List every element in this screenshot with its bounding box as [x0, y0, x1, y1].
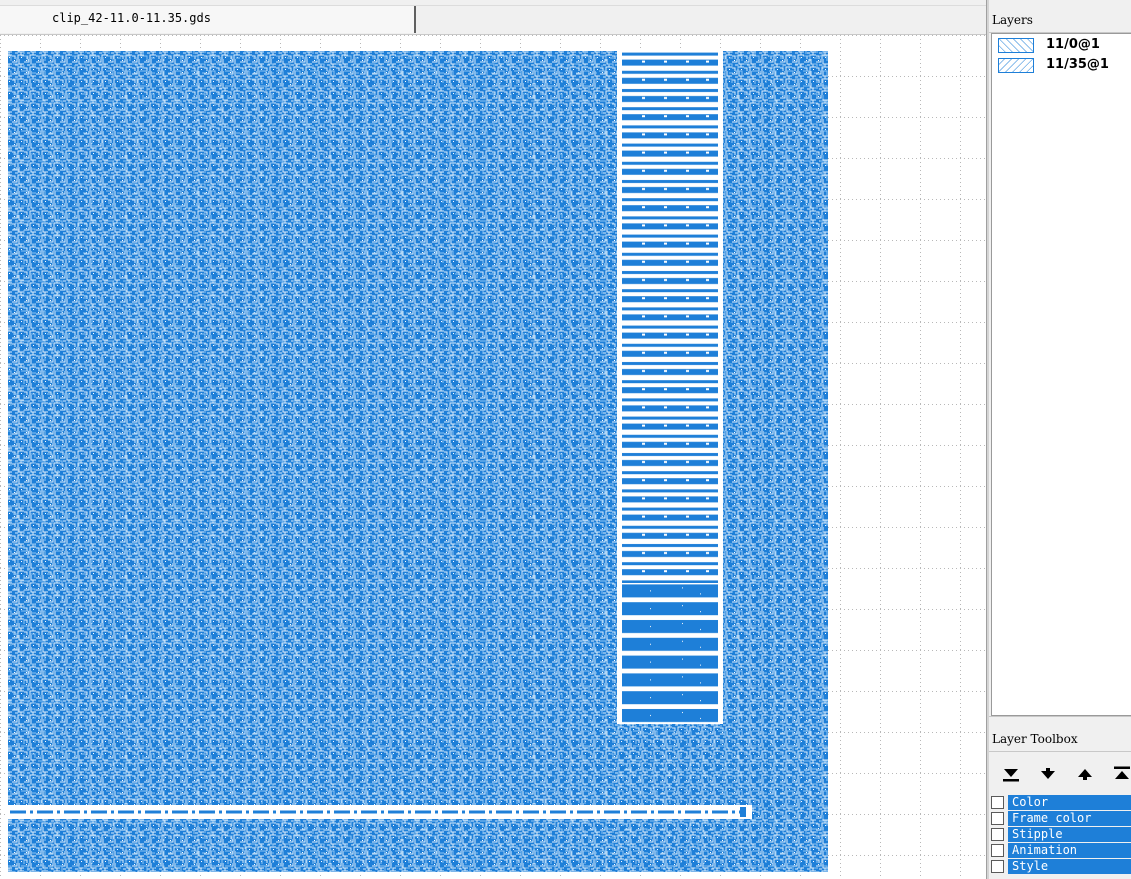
property-label[interactable]: Stipple: [1008, 827, 1131, 842]
ladder-structure-lower: [617, 583, 723, 724]
move-up-icon[interactable]: [1073, 763, 1097, 785]
property-label[interactable]: Color: [1008, 795, 1131, 810]
tab-label: clip_42-11.0-11.35.gds: [52, 11, 211, 25]
layout-shapes: [8, 51, 828, 872]
tab-bar: clip_42-11.0-11.35.gds: [0, 0, 988, 35]
property-label[interactable]: Frame color: [1008, 811, 1131, 826]
property-label[interactable]: Animation: [1008, 843, 1131, 858]
property-checkbox[interactable]: [991, 860, 1004, 873]
layout-view[interactable]: [0, 35, 986, 879]
tab-layout-file[interactable]: clip_42-11.0-11.35.gds: [0, 6, 416, 33]
layer-properties-list: Color Frame color Stipple Animation Styl…: [989, 794, 1131, 879]
property-row-stipple[interactable]: Stipple: [991, 827, 1131, 843]
ladder-structure-upper: [617, 51, 723, 584]
layer-name: 11/35@1: [1046, 57, 1109, 72]
property-checkbox[interactable]: [991, 828, 1004, 841]
property-checkbox[interactable]: [991, 844, 1004, 857]
layer-toolbox-buttons: [989, 752, 1131, 794]
property-label[interactable]: Style: [1008, 859, 1131, 874]
move-to-top-icon[interactable]: [1110, 763, 1131, 785]
layer-toolbox-title: Layer Toolbox: [992, 732, 1078, 746]
move-to-bottom-icon[interactable]: [999, 763, 1023, 785]
property-row-animation[interactable]: Animation: [991, 843, 1131, 859]
layers-list[interactable]: 11/0@1 11/35@1: [991, 33, 1131, 716]
property-checkbox[interactable]: [991, 812, 1004, 825]
layers-panel-title: Layers: [992, 13, 1033, 27]
layer-stipple-swatch: [998, 38, 1034, 53]
property-row-frame-color[interactable]: Frame color: [991, 811, 1131, 827]
property-row-color[interactable]: Color: [991, 795, 1131, 811]
layer-name: 11/0@1: [1046, 37, 1100, 52]
layout-canvas[interactable]: [0, 35, 986, 879]
panel-splitter-horizontal[interactable]: [989, 716, 1131, 727]
layer-stipple-swatch: [998, 58, 1034, 73]
move-down-icon[interactable]: [1036, 763, 1060, 785]
property-checkbox[interactable]: [991, 796, 1004, 809]
property-row-style[interactable]: Style: [991, 859, 1131, 875]
layers-panel-header: Layers: [989, 8, 1131, 33]
layer-toolbox-header: Layer Toolbox: [989, 727, 1131, 752]
